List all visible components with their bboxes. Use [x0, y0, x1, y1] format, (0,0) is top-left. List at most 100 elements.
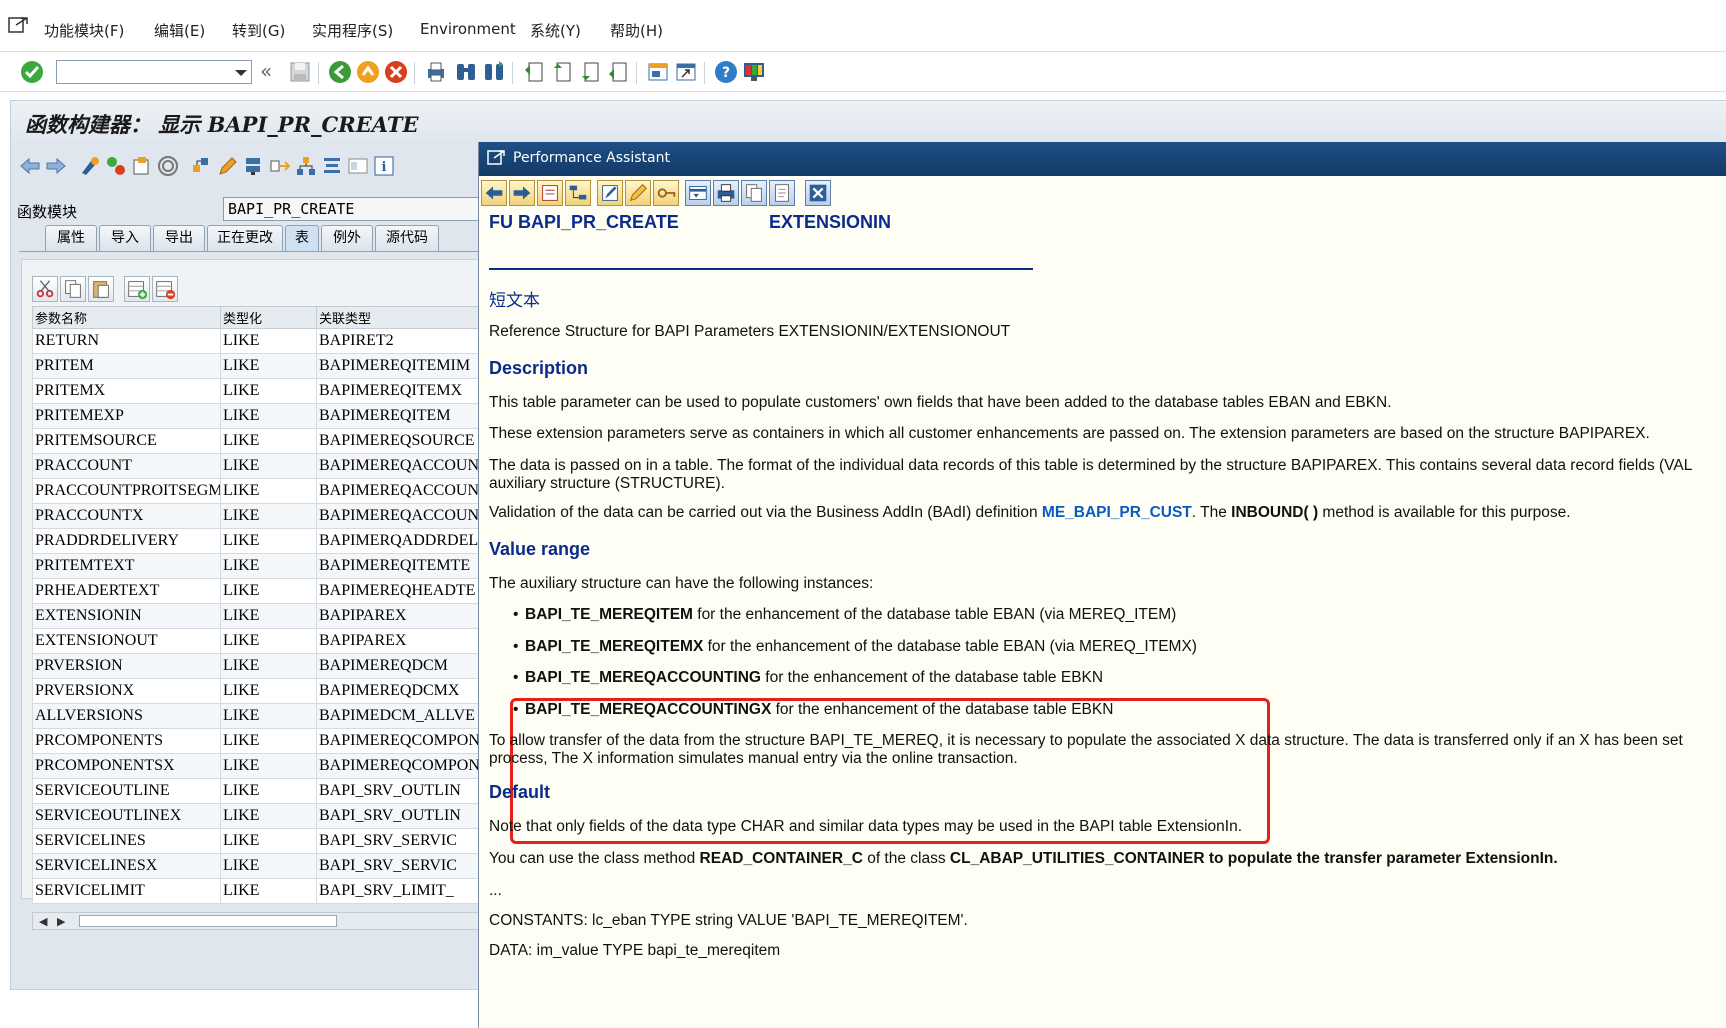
exit-icon[interactable]	[356, 60, 380, 84]
tab-exceptions[interactable]: 例外	[321, 225, 373, 251]
table-row[interactable]: ALLVERSIONS LIKE BAPIMEDCM_ALLVE	[32, 703, 501, 729]
table-row[interactable]: EXTENSIONOUT LIKE BAPIPAREX	[32, 628, 501, 654]
cut-icon[interactable]	[32, 276, 58, 302]
where-used-icon[interactable]	[191, 155, 213, 177]
typing-cell[interactable]: LIKE	[220, 453, 317, 479]
table-row[interactable]: PRACCOUNT LIKE BAPIMEREQACCOUNT	[32, 453, 501, 479]
activate-icon[interactable]	[157, 155, 179, 177]
menu-utilities[interactable]: 实用程序(S)	[312, 20, 393, 41]
typing-cell[interactable]: LIKE	[220, 853, 317, 879]
insert-row-icon[interactable]	[124, 276, 150, 302]
associated-type-cell[interactable]: BAPIMEREQCOMPON	[316, 728, 501, 754]
find-next-icon[interactable]	[482, 60, 506, 84]
hierarchy-icon[interactable]	[295, 155, 317, 177]
associated-type-cell[interactable]: BAPIMEDCM_ALLVE	[316, 703, 501, 729]
associated-type-cell[interactable]: BAPI_SRV_SERVIC	[316, 853, 501, 879]
typing-cell[interactable]: LIKE	[220, 328, 317, 354]
tab-export[interactable]: 导出	[153, 225, 205, 251]
last-page-icon[interactable]	[606, 60, 630, 84]
parameter-name-cell[interactable]: EXTENSIONIN	[32, 603, 221, 629]
arrow-right-icon[interactable]	[509, 180, 535, 206]
typing-cell[interactable]: LIKE	[220, 578, 317, 604]
table-row[interactable]: PRACCOUNTPROITSEGME…LIKEBAPIMEREQACCOUNT	[32, 478, 501, 504]
associated-type-cell[interactable]: BAPIPAREX	[316, 603, 501, 629]
scroll-left-icon[interactable]: ◀	[39, 915, 47, 928]
table-row[interactable]: SERVICELINESX LIKE BAPI_SRV_SERVIC	[32, 853, 501, 879]
typing-cell[interactable]: LIKE	[220, 803, 317, 829]
print-icon[interactable]	[713, 180, 739, 206]
copy-icon[interactable]	[60, 276, 86, 302]
parameter-name-cell[interactable]: ALLVERSIONS	[32, 703, 221, 729]
help-icon[interactable]: ?	[714, 60, 738, 84]
table-row[interactable]: SERVICELINES LIKE BAPI_SRV_SERVIC	[32, 828, 501, 854]
parameter-name-cell[interactable]: PRITEMX	[32, 378, 221, 404]
associated-type-cell[interactable]: BAPI_SRV_SERVIC	[316, 828, 501, 854]
menu-goto[interactable]: 转到(G)	[232, 20, 285, 41]
active-inactive-icon[interactable]	[105, 155, 127, 177]
display-change-icon[interactable]	[79, 155, 101, 177]
table-row[interactable]: EXTENSIONIN LIKE BAPIPAREX	[32, 603, 501, 629]
parameter-name-cell[interactable]: SERVICEOUTLINEX	[32, 803, 221, 829]
typing-cell[interactable]: LIKE	[220, 678, 317, 704]
back-icon[interactable]	[328, 60, 352, 84]
parameter-name-cell[interactable]: PRITEM	[32, 353, 221, 379]
edit-icon[interactable]	[597, 180, 623, 206]
table-row[interactable]: SERVICELIMIT LIKE BAPI_SRV_LIMIT_	[32, 878, 501, 904]
next-page-icon[interactable]	[578, 60, 602, 84]
menu-help[interactable]: 帮助(H)	[610, 20, 663, 41]
arrow-right-icon[interactable]	[45, 155, 67, 177]
associated-type-cell[interactable]: BAPIPAREX	[316, 628, 501, 654]
typing-cell[interactable]: LIKE	[220, 403, 317, 429]
associated-type-cell[interactable]: BAPI_SRV_OUTLIN	[316, 778, 501, 804]
menu-environment[interactable]: Environment	[420, 20, 516, 38]
typing-cell[interactable]: LIKE	[220, 603, 317, 629]
typing-cell[interactable]: LIKE	[220, 753, 317, 779]
typing-cell[interactable]: LIKE	[220, 478, 317, 504]
paste-icon[interactable]	[88, 276, 114, 302]
badi-link[interactable]: ME_BAPI_PR_CUST	[1042, 504, 1192, 521]
info-icon[interactable]: i	[373, 155, 395, 177]
parameter-name-cell[interactable]: PRITEMTEXT	[32, 553, 221, 579]
parameter-name-cell[interactable]: PRVERSION	[32, 653, 221, 679]
parameter-name-cell[interactable]: RETURN	[32, 328, 221, 354]
hierarchy-icon[interactable]	[565, 180, 591, 206]
pencil-icon[interactable]	[625, 180, 651, 206]
menu-function-module[interactable]: 功能模块(F)	[44, 20, 124, 41]
parameter-name-cell[interactable]: SERVICELINESX	[32, 853, 221, 879]
associated-type-cell[interactable]: BAPIMEREQITEM	[316, 403, 501, 429]
table-row[interactable]: PRITEMSOURCE LIKE BAPIMEREQSOURCE	[32, 428, 501, 454]
find-icon[interactable]	[454, 60, 478, 84]
table-row[interactable]: PRITEMX LIKE BAPIMEREQITEMX	[32, 378, 501, 404]
typing-cell[interactable]: LIKE	[220, 628, 317, 654]
check-object-icon[interactable]	[131, 155, 153, 177]
typing-cell[interactable]: LIKE	[220, 553, 317, 579]
column-header-typing[interactable]: 类型化	[220, 306, 317, 329]
tab-changing[interactable]: 正在更改	[207, 225, 283, 251]
associated-type-cell[interactable]: BAPIMEREQDCMX	[316, 678, 501, 704]
tab-source-code[interactable]: 源代码	[375, 225, 439, 251]
parameter-name-cell[interactable]: PRHEADERTEXT	[32, 578, 221, 604]
tab-import[interactable]: 导入	[99, 225, 151, 251]
collapse-icon[interactable]	[685, 180, 711, 206]
column-header-associated-type[interactable]: 关联类型	[316, 306, 501, 329]
parameter-name-cell[interactable]: SERVICELINES	[32, 828, 221, 854]
associated-type-cell[interactable]: BAPIMEREQITEMIM	[316, 353, 501, 379]
delete-row-icon[interactable]	[152, 276, 178, 302]
parameter-name-cell[interactable]: SERVICELIMIT	[32, 878, 221, 904]
associated-type-cell[interactable]: BAPIMEREQITEMTE	[316, 553, 501, 579]
arrow-left-icon[interactable]	[481, 180, 507, 206]
document-icon[interactable]	[769, 180, 795, 206]
close-icon[interactable]	[805, 180, 831, 206]
chevron-down-icon[interactable]	[235, 70, 247, 76]
typing-cell[interactable]: LIKE	[220, 828, 317, 854]
horizontal-scrollbar[interactable]: ◀ ▶	[32, 912, 500, 930]
associated-type-cell[interactable]: BAPIMEREQACCOUNT	[316, 503, 501, 529]
command-input[interactable]	[57, 61, 227, 83]
parameter-name-cell[interactable]: PRITEMSOURCE	[32, 428, 221, 454]
parameter-name-cell[interactable]: PRACCOUNTX	[32, 503, 221, 529]
parameter-name-cell[interactable]: PRCOMPONENTSX	[32, 753, 221, 779]
previous-page-icon[interactable]	[550, 60, 574, 84]
associated-type-cell[interactable]: BAPIMEREQHEADTE	[316, 578, 501, 604]
typing-cell[interactable]: LIKE	[220, 703, 317, 729]
parameter-name-cell[interactable]: PRACCOUNTPROITSEGME…	[32, 478, 221, 504]
